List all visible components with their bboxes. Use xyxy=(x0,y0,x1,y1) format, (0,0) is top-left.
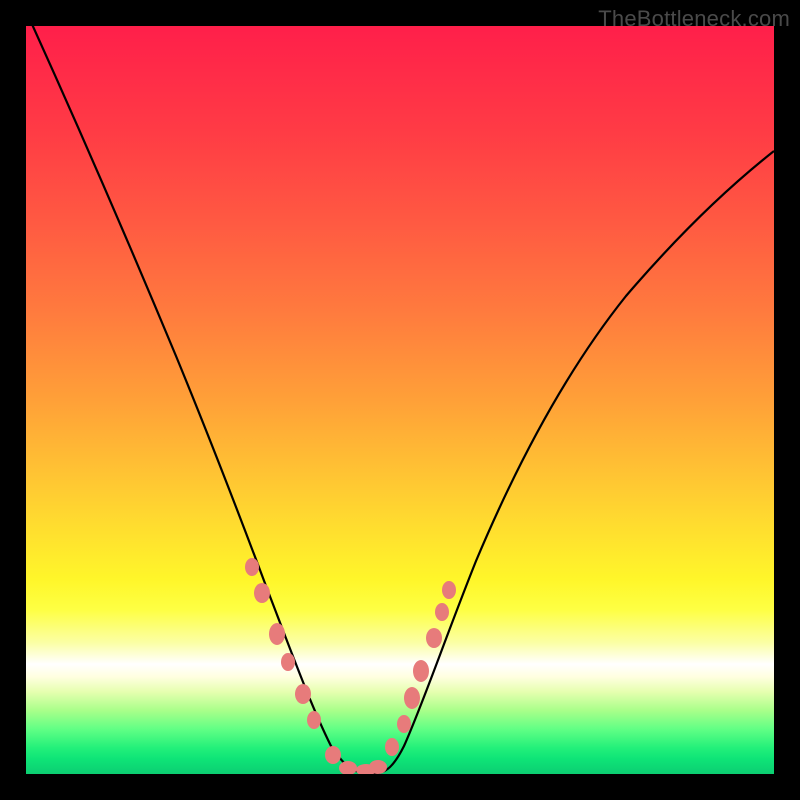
gpu-marker xyxy=(413,660,429,682)
gpu-marker xyxy=(325,746,341,764)
gpu-marker xyxy=(435,603,449,621)
plot-area xyxy=(26,26,774,774)
watermark-text: TheBottleneck.com xyxy=(598,6,790,32)
bottleneck-curve xyxy=(26,26,774,773)
gpu-marker xyxy=(339,761,357,774)
gpu-marker xyxy=(254,583,270,603)
gpu-marker xyxy=(404,687,420,709)
chart-svg xyxy=(26,26,774,774)
outer-frame: TheBottleneck.com xyxy=(0,0,800,800)
gpu-marker xyxy=(245,558,259,576)
gpu-marker xyxy=(307,711,321,729)
gpu-marker xyxy=(442,581,456,599)
gpu-marker xyxy=(385,738,399,756)
gpu-marker xyxy=(269,623,285,645)
gpu-marker xyxy=(397,715,411,733)
gpu-marker xyxy=(369,760,387,774)
gpu-marker-group xyxy=(245,558,456,774)
gpu-marker xyxy=(426,628,442,648)
gpu-marker xyxy=(295,684,311,704)
gpu-marker xyxy=(281,653,295,671)
